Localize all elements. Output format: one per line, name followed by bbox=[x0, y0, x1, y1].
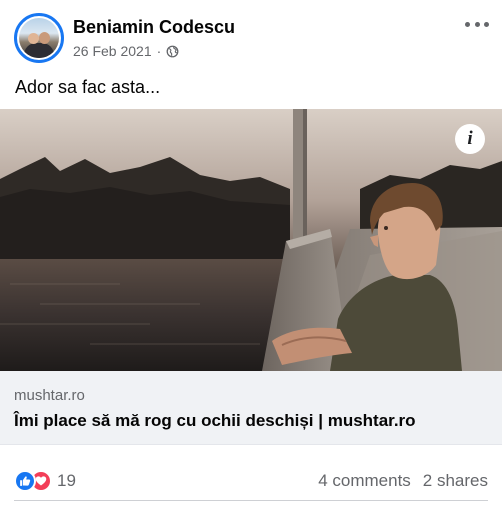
reactions-summary[interactable]: 19 bbox=[14, 470, 76, 492]
more-dot-icon bbox=[465, 21, 470, 27]
reaction-count: 19 bbox=[57, 471, 76, 490]
shares-count[interactable]: 2 shares bbox=[423, 471, 488, 491]
post-header: Beniamin Codescu 26 Feb 2021 · bbox=[0, 0, 502, 66]
divider bbox=[14, 500, 488, 501]
author-name[interactable]: Beniamin Codescu bbox=[73, 17, 235, 38]
link-title[interactable]: Îmi place să mă rog cu ochii deschiși | … bbox=[14, 411, 416, 431]
link-meta[interactable]: mushtar.ro Îmi place să mă rog cu ochii … bbox=[0, 371, 502, 445]
meta-separator: · bbox=[156, 43, 162, 59]
post-text: Ador sa fac asta... bbox=[15, 77, 161, 97]
more-dot-icon bbox=[474, 21, 480, 27]
info-icon: i bbox=[467, 128, 473, 149]
post-meta: 26 Feb 2021 · bbox=[73, 43, 179, 59]
post-date[interactable]: 26 Feb 2021 bbox=[73, 43, 152, 59]
link-preview[interactable]: i mushtar.ro Îmi place să mă rog cu ochi… bbox=[0, 109, 502, 445]
engagement-stats: 4 comments 2 shares bbox=[318, 471, 488, 491]
comments-count[interactable]: 4 comments bbox=[318, 471, 411, 491]
boy-on-bridge-illustration bbox=[0, 109, 502, 371]
avatar[interactable] bbox=[14, 13, 64, 63]
link-domain: mushtar.ro bbox=[14, 387, 85, 404]
avatar-photo bbox=[19, 18, 59, 58]
like-icon bbox=[14, 470, 36, 492]
engagement-bar: 19 4 comments 2 shares bbox=[0, 462, 502, 500]
link-preview-photo[interactable]: i bbox=[0, 109, 502, 371]
globe-icon[interactable] bbox=[166, 45, 179, 58]
more-dot-icon bbox=[484, 21, 489, 27]
more-options-button[interactable] bbox=[465, 14, 489, 34]
info-button[interactable]: i bbox=[455, 124, 485, 154]
